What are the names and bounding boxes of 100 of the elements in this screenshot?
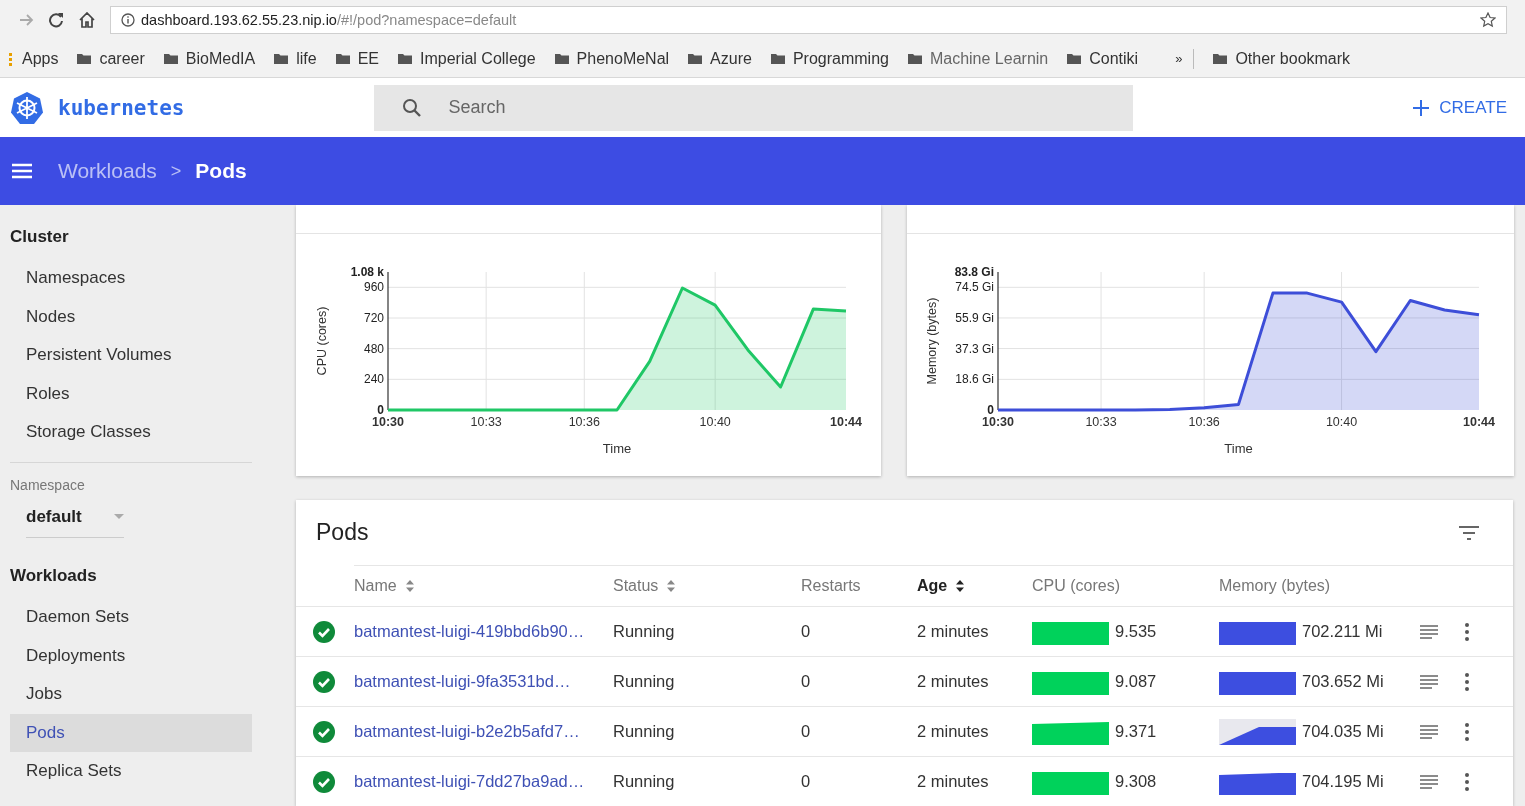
bookmark[interactable]: PhenoMeNal — [576, 49, 670, 68]
namespace-label: Namespace — [10, 476, 86, 493]
search-field[interactable]: Search — [374, 84, 1134, 131]
menu-icon[interactable] — [12, 163, 32, 179]
folder-icon — [688, 53, 703, 64]
column-header[interactable]: Name — [354, 577, 415, 595]
axis-tick-label: 0 — [987, 403, 994, 417]
bookmark[interactable]: Contiki — [1089, 49, 1139, 68]
helm-wheel-icon[interactable] — [10, 90, 44, 125]
axis-tick-label: 960 — [363, 280, 384, 295]
nav-item[interactable]: Deployments — [10, 636, 252, 676]
star-icon[interactable] — [1480, 12, 1496, 28]
logs-icon[interactable] — [1420, 674, 1438, 689]
restarts-count: 0 — [801, 772, 811, 791]
sort-icon — [955, 579, 966, 593]
column-header[interactable]: Age — [917, 577, 966, 595]
axis-tick-label: 10:36 — [1188, 415, 1220, 429]
folder-icon — [77, 53, 92, 64]
nav-item[interactable]: Daemon Sets — [10, 597, 252, 637]
address-bar[interactable]: dashboard.193.62.55.23.nip.io/#!/pod?namespace=default — [110, 6, 1507, 34]
home-icon[interactable] — [78, 12, 96, 28]
app-logo-text[interactable]: kubernetes — [58, 95, 185, 120]
axis-tick-label: 55.9 Gi — [955, 310, 994, 325]
memory-value: 703.652 Mi — [1302, 672, 1384, 691]
bookmark[interactable]: Programming — [792, 49, 889, 68]
logs-icon[interactable] — [1420, 624, 1438, 639]
axis-tick-label: 480 — [363, 341, 384, 356]
axis-tick-label: 10:36 — [568, 415, 600, 429]
check-circle-icon — [313, 670, 335, 693]
bookmark[interactable]: Imperial College — [420, 49, 536, 68]
axis-tick-label: 10:40 — [699, 415, 731, 429]
nav-item[interactable]: Replica Sets — [10, 752, 252, 791]
axis-tick-label: 10:33 — [470, 415, 502, 429]
namespace-dropdown[interactable]: default — [26, 506, 124, 538]
nav-item[interactable]: Roles — [10, 374, 252, 414]
bookmark[interactable]: life — [296, 49, 317, 68]
folder-icon — [274, 53, 289, 64]
axis-tick-label: 10:33 — [1085, 415, 1117, 429]
folder-icon — [163, 53, 178, 64]
age-text: 2 minutes — [917, 622, 989, 641]
folder-icon — [907, 53, 922, 64]
memory-value: 702.211 Mi — [1302, 622, 1383, 641]
cpu-value: 9.371 — [1115, 722, 1157, 741]
bookmark[interactable]: EE — [357, 49, 379, 68]
bookmark[interactable]: Apps — [22, 49, 59, 68]
restarts-count: 0 — [801, 622, 811, 641]
more-options-icon[interactable] — [1465, 722, 1469, 741]
check-circle-icon — [313, 770, 335, 793]
axis-tick-label: 0 — [377, 403, 384, 417]
folder-icon — [554, 53, 569, 64]
column-header: CPU (cores) — [1032, 577, 1120, 595]
pod-name-link[interactable]: batmantest-luigi-7dd27ba9ad… — [354, 772, 585, 791]
memory-value: 704.195 Mi — [1302, 772, 1384, 791]
reload-icon[interactable] — [48, 12, 64, 28]
breadcrumb[interactable]: Workloads — [58, 159, 157, 183]
memory-value: 704.035 Mi — [1302, 722, 1384, 741]
section-heading: Workloads — [10, 565, 98, 587]
more-options-icon[interactable] — [1465, 622, 1469, 641]
apps-icon — [8, 51, 14, 66]
search-icon — [402, 97, 423, 118]
pod-name-link[interactable]: batmantest-luigi-419bbd6b90… — [354, 622, 585, 641]
more-options-icon[interactable] — [1465, 772, 1469, 791]
cpu-value: 9.087 — [1115, 672, 1157, 691]
axis-tick-label: 720 — [363, 311, 384, 325]
logs-icon[interactable] — [1420, 724, 1438, 739]
bookmark[interactable]: Machine Learnin — [929, 49, 1049, 68]
check-circle-icon — [313, 720, 335, 743]
bookmark[interactable]: Other bookmark — [1235, 49, 1351, 68]
nav-item[interactable]: Jobs — [10, 675, 252, 714]
restarts-count: 0 — [801, 672, 811, 691]
bookmark[interactable]: career — [99, 49, 145, 68]
cpu-value: 9.535 — [1115, 622, 1157, 641]
nav-item[interactable]: Persistent Volumes — [10, 336, 252, 375]
nav-item[interactable]: Storage Classes — [10, 413, 252, 452]
column-header[interactable]: Status — [613, 577, 677, 595]
axis-title: Time — [1224, 441, 1253, 456]
nav-item[interactable]: Pods — [10, 713, 252, 753]
folder-icon — [1067, 53, 1082, 64]
bookmark[interactable]: BioMedIA — [185, 49, 256, 68]
more-options-icon[interactable] — [1465, 672, 1469, 691]
column-header: Memory (bytes) — [1219, 577, 1331, 595]
folder-icon — [335, 53, 350, 64]
logs-icon[interactable] — [1420, 774, 1438, 789]
create-button[interactable]: CREATE — [1409, 93, 1511, 122]
column-header: Restarts — [801, 577, 861, 595]
check-circle-icon — [313, 620, 335, 643]
pod-name-link[interactable]: batmantest-luigi-b2e2b5afd7… — [354, 722, 580, 741]
pod-name-link[interactable]: batmantest-luigi-9fa3531bd… — [354, 672, 571, 691]
age-text: 2 minutes — [917, 722, 989, 741]
nav-item[interactable]: Namespaces — [10, 259, 252, 298]
axis-tick-label: 1.08 k — [350, 265, 384, 279]
axis-tick-label: 10:44 — [830, 415, 862, 429]
axis-tick-label: 240 — [363, 372, 384, 387]
nav-item[interactable]: Nodes — [10, 297, 252, 337]
bookmark[interactable]: » — [1175, 51, 1183, 66]
restarts-count: 0 — [801, 722, 811, 741]
bookmark[interactable]: Azure — [710, 49, 752, 68]
folder-icon — [398, 53, 412, 64]
sort-icon — [404, 579, 415, 593]
filter-icon[interactable] — [1459, 525, 1479, 540]
